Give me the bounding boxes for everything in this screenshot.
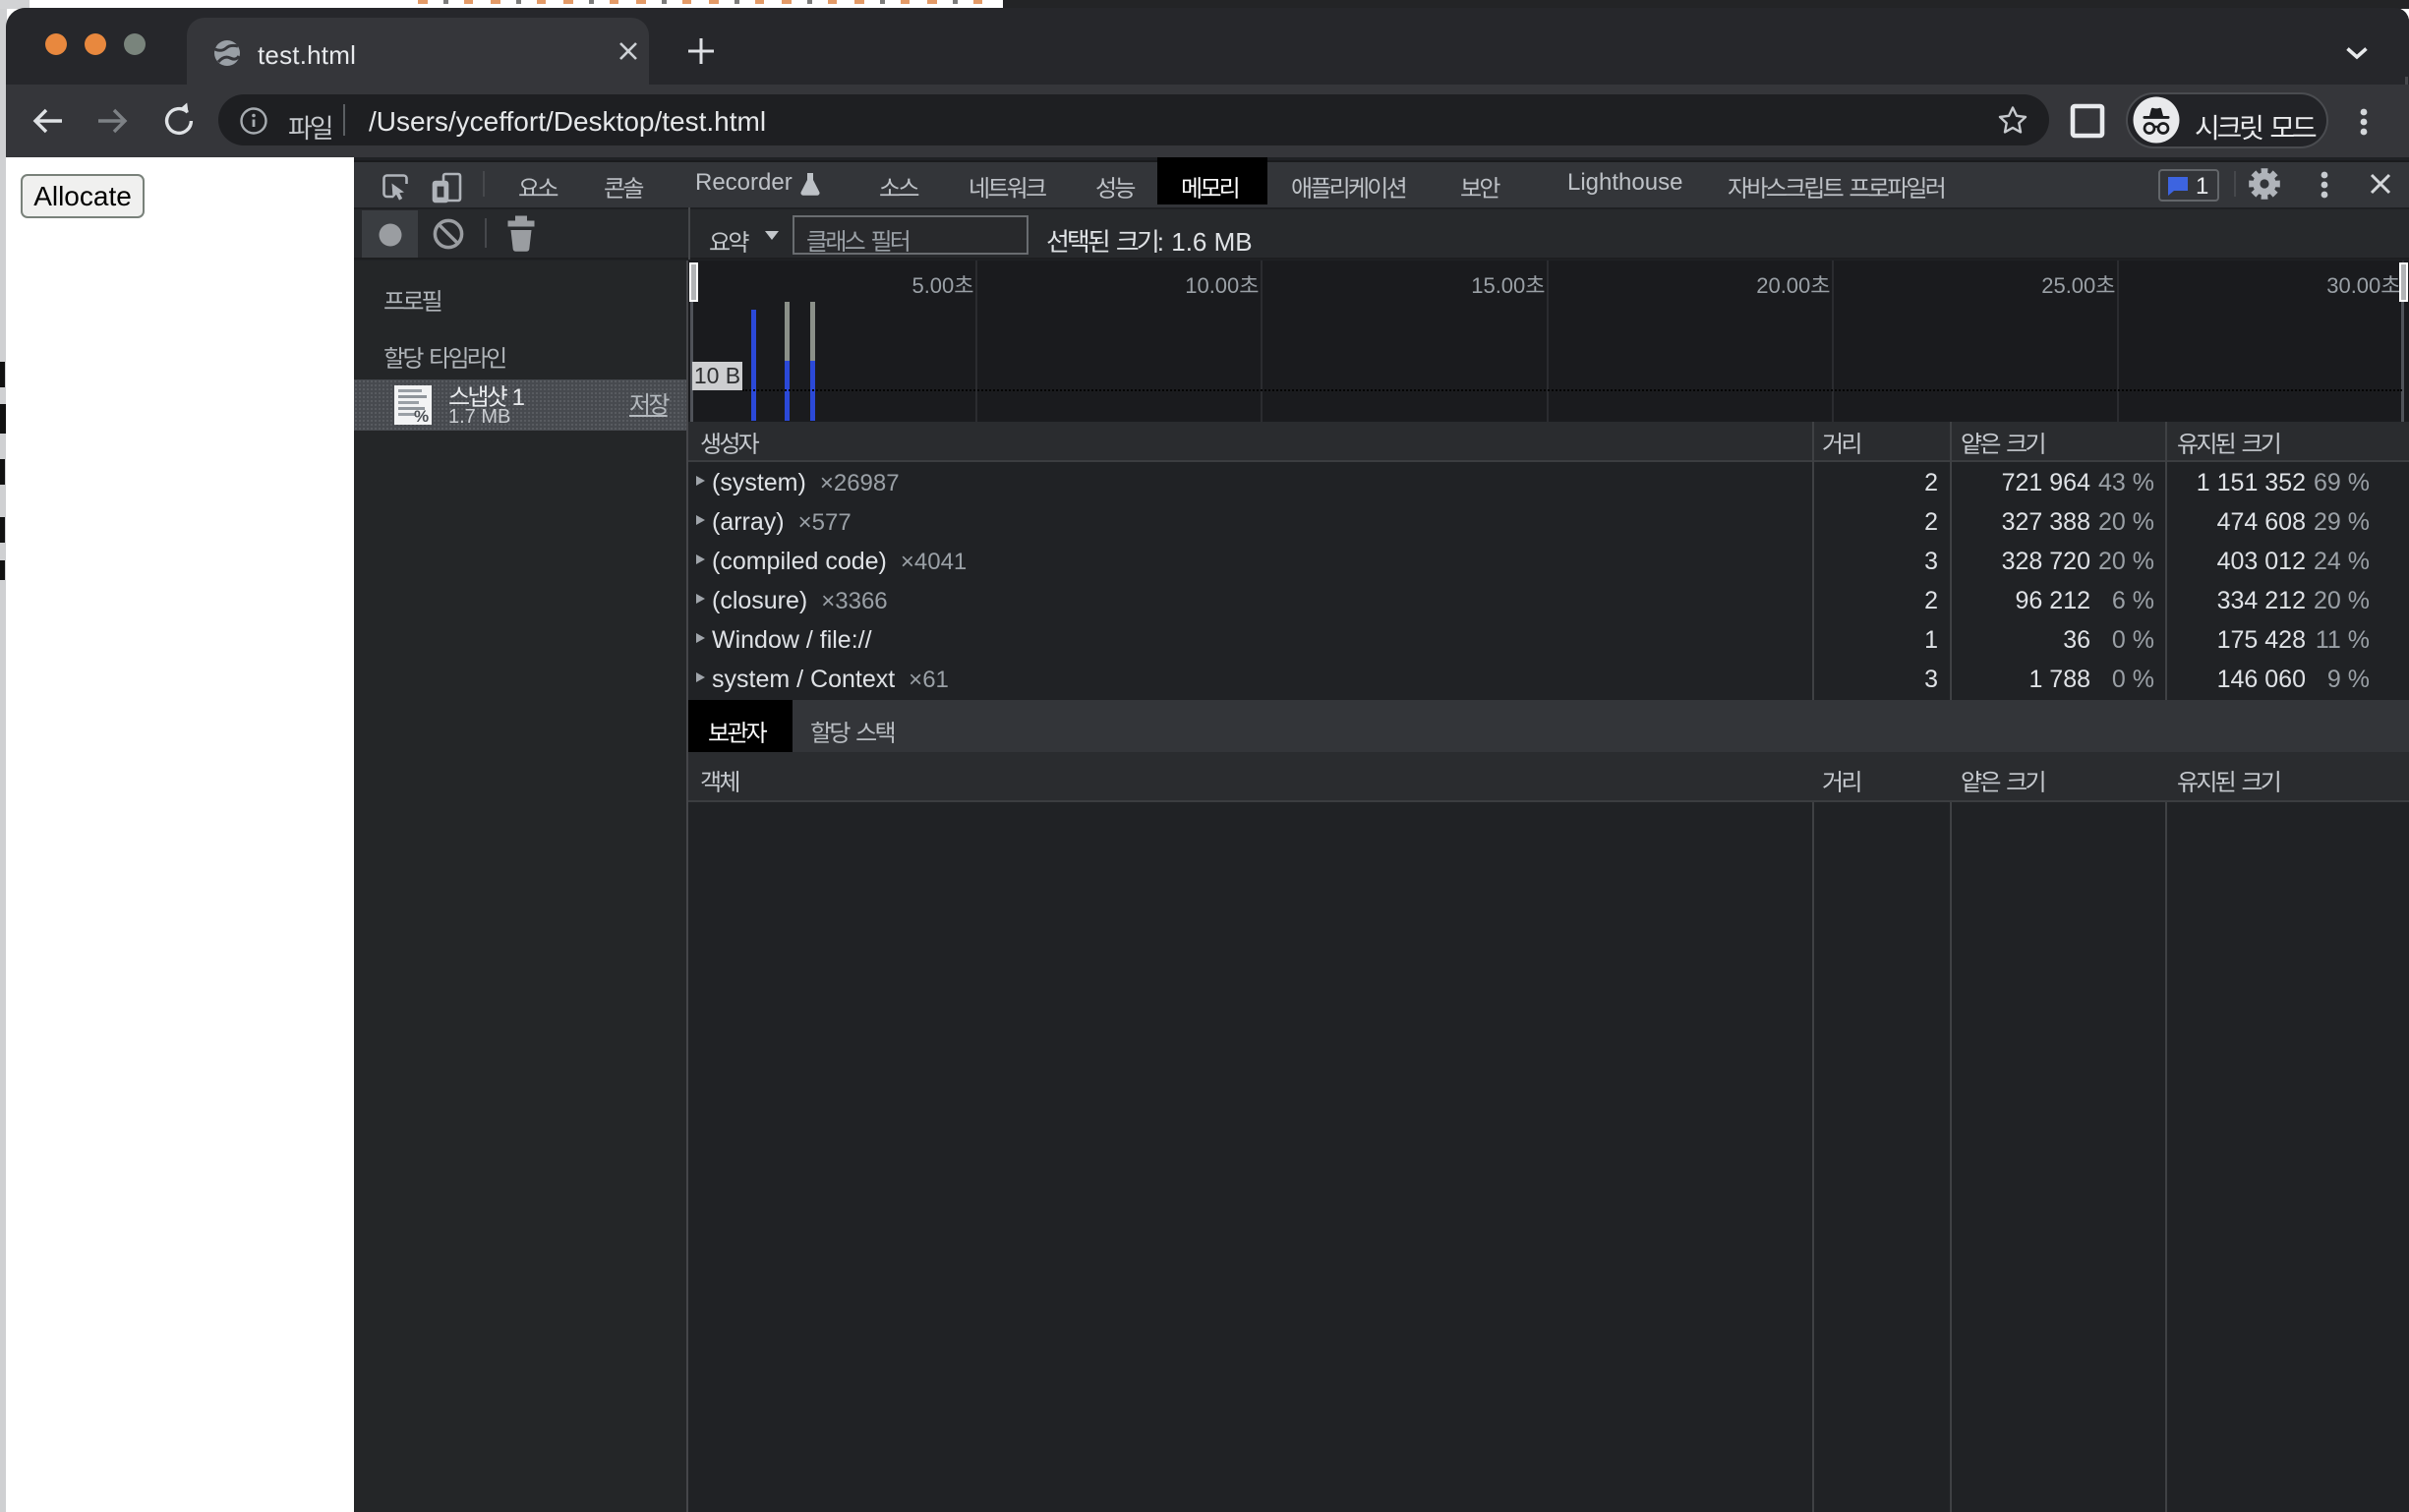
svg-text:%: %: [414, 407, 429, 426]
